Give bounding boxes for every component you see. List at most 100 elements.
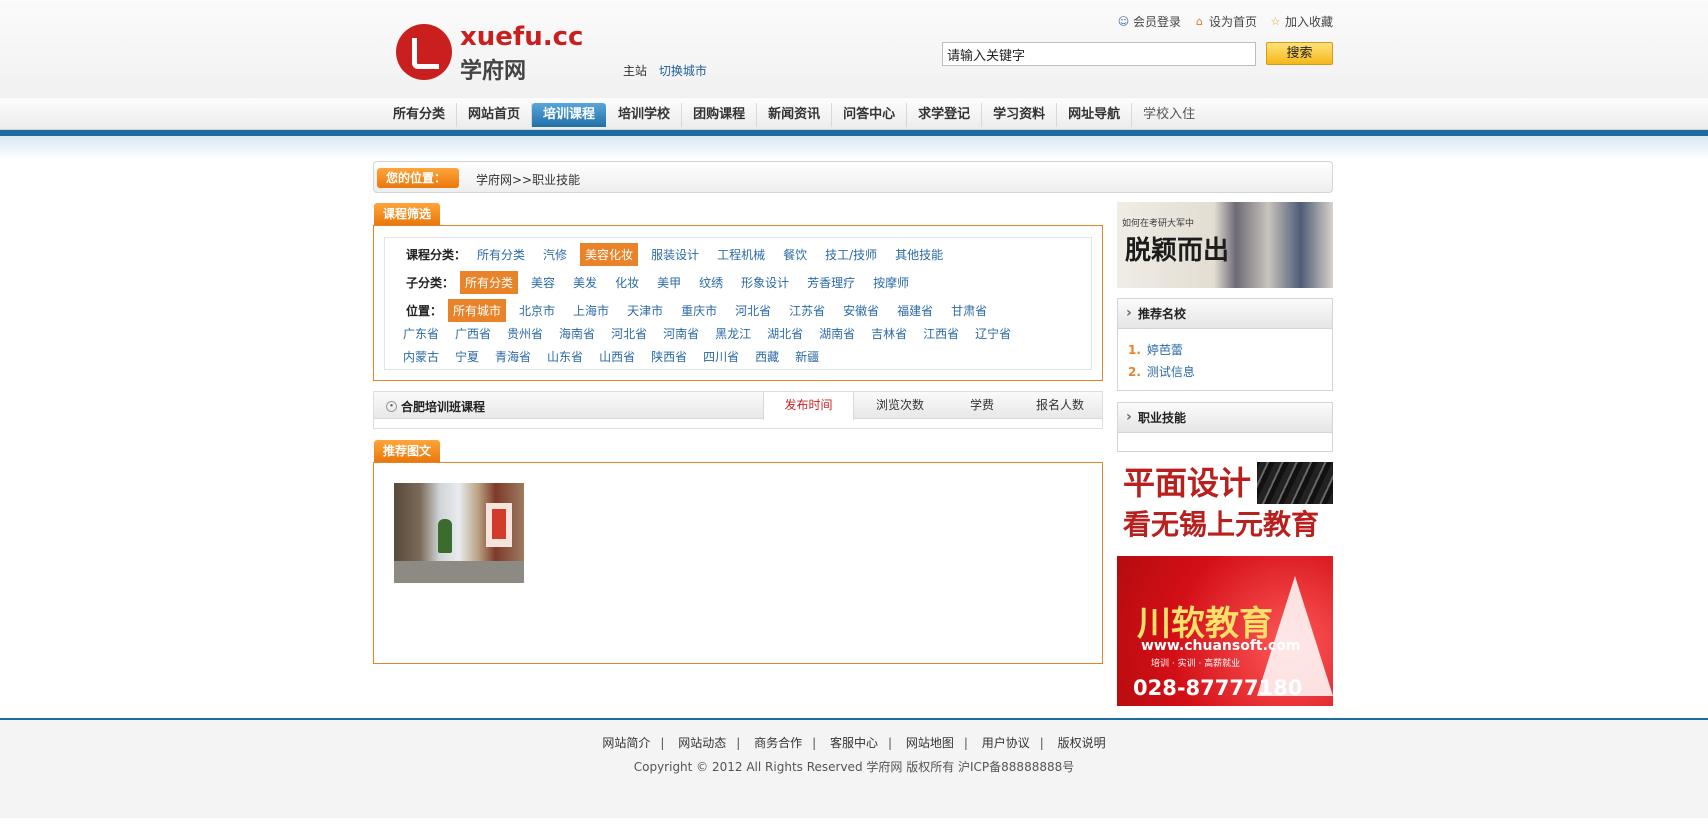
star-icon: ☆ xyxy=(1270,15,1281,28)
logo-brand-cn: 学府网 xyxy=(460,59,527,84)
location-option[interactable]: 西藏 xyxy=(755,345,779,368)
footer-link-sitemap[interactable]: 网站地图 xyxy=(906,736,954,750)
footer-link-copyright[interactable]: 版权说明 xyxy=(1058,736,1106,750)
nav-home[interactable]: 网站首页 xyxy=(457,103,533,127)
switch-city-link[interactable]: 切换城市 xyxy=(659,64,707,78)
location-option-selected[interactable]: 所有城市 xyxy=(448,299,507,322)
sort-tab-enrollment[interactable]: 报名人数 xyxy=(1018,392,1102,419)
search-button[interactable]: 搜索 xyxy=(1266,42,1333,65)
category-option[interactable]: 工程机械 xyxy=(712,243,770,266)
location-option[interactable]: 天津市 xyxy=(622,299,668,322)
location-option[interactable]: 福建省 xyxy=(892,299,938,322)
subcategory-option[interactable]: 芳香理疗 xyxy=(802,271,860,294)
location-option[interactable]: 河北省 xyxy=(611,322,647,345)
photo-floor xyxy=(394,561,524,583)
location-option[interactable]: 山西省 xyxy=(599,345,635,368)
subcategory-option[interactable]: 化妆 xyxy=(610,271,644,294)
breadcrumb-path[interactable]: 学府网>>职业技能 xyxy=(476,171,580,188)
location-option[interactable]: 湖南省 xyxy=(819,322,855,345)
subcategory-option[interactable]: 美发 xyxy=(568,271,602,294)
nav-news[interactable]: 新闻资讯 xyxy=(757,103,833,127)
location-option[interactable]: 河南省 xyxy=(663,322,699,345)
subcategory-option[interactable]: 纹绣 xyxy=(694,271,728,294)
location-option[interactable]: 广西省 xyxy=(455,322,491,345)
nav-all-categories[interactable]: 所有分类 xyxy=(382,103,458,127)
school-item[interactable]: 1. 婷芭蕾 xyxy=(1128,339,1332,361)
school-name: 测试信息 xyxy=(1146,365,1195,379)
location-option[interactable]: 河北省 xyxy=(730,299,776,322)
location-option[interactable]: 辽宁省 xyxy=(975,322,1011,345)
category-option[interactable]: 汽修 xyxy=(538,243,572,266)
category-option[interactable]: 服装设计 xyxy=(646,243,704,266)
location-option[interactable]: 黑龙江 xyxy=(715,322,751,345)
location-option[interactable]: 上海市 xyxy=(568,299,614,322)
site-header: xuefu.cc 学府网 主站 切换城市 ☺会员登录 ⌂ 设为首页 ☆加入收藏 搜… xyxy=(0,0,1708,98)
nav-directory[interactable]: 网址导航 xyxy=(1057,103,1133,127)
subcategory-option[interactable]: 形象设计 xyxy=(736,271,794,294)
footer-link-about[interactable]: 网站简介 xyxy=(602,736,650,750)
nav-materials[interactable]: 学习资料 xyxy=(982,103,1058,127)
subcategory-option[interactable]: 按摩师 xyxy=(868,271,914,294)
footer-link-news[interactable]: 网站动态 xyxy=(678,736,726,750)
footer-link-terms[interactable]: 用户协议 xyxy=(982,736,1030,750)
location-option[interactable]: 江西省 xyxy=(923,322,959,345)
category-option[interactable]: 技工/技师 xyxy=(820,243,882,266)
subcategory-row: 子分类： 所有分类 美容 美发 化妆 美甲 纹绣 形象设计 芳香理疗 按摩师 xyxy=(406,271,922,294)
recommend-tab: 推荐图文 xyxy=(374,440,441,462)
ad1-subtitle: 如何在考研大军中 xyxy=(1122,219,1195,229)
ad1-headline: 脱颖而出 xyxy=(1125,236,1230,266)
sort-tab-publish-time[interactable]: 发布时间 xyxy=(763,392,854,420)
favorite-label: 加入收藏 xyxy=(1284,15,1333,29)
location-option[interactable]: 广东省 xyxy=(403,322,439,345)
school-item[interactable]: 2. 测试信息 xyxy=(1128,361,1332,383)
nav-courses[interactable]: 培训课程 xyxy=(532,103,607,127)
footer-link-business[interactable]: 商务合作 xyxy=(754,736,802,750)
ad3-phone: 028-87777180 xyxy=(1133,676,1303,700)
location-option[interactable]: 青海省 xyxy=(495,345,531,368)
photo-sign xyxy=(486,503,512,547)
login-link[interactable]: ☺ 会员登录 xyxy=(1117,13,1181,30)
location-option[interactable]: 贵州省 xyxy=(507,322,543,345)
location-option[interactable]: 海南省 xyxy=(559,322,595,345)
location-row: 位置： 所有城市 北京市 上海市 天津市 重庆市 河北省 江苏省 安徽省 福建省… xyxy=(406,299,1000,322)
location-option[interactable]: 新疆 xyxy=(795,345,819,368)
recommend-photo[interactable] xyxy=(394,483,524,583)
location-option[interactable]: 山东省 xyxy=(547,345,583,368)
location-option[interactable]: 江苏省 xyxy=(784,299,830,322)
location-option[interactable]: 北京市 xyxy=(514,299,560,322)
footer-sep: | xyxy=(812,736,817,750)
location-option[interactable]: 安徽省 xyxy=(838,299,884,322)
search-input[interactable] xyxy=(942,42,1256,66)
subcategory-option-selected[interactable]: 所有分类 xyxy=(460,271,519,294)
set-home-link[interactable]: ⌂ 设为首页 xyxy=(1193,13,1257,30)
sort-tab-views[interactable]: 浏览次数 xyxy=(854,392,946,419)
category-option[interactable]: 其他技能 xyxy=(890,243,948,266)
category-option[interactable]: 餐饮 xyxy=(778,243,812,266)
location-option[interactable]: 吉林省 xyxy=(871,322,907,345)
location-option[interactable]: 四川省 xyxy=(703,345,739,368)
nav-schools[interactable]: 培训学校 xyxy=(607,103,683,127)
favorite-link[interactable]: ☆ 加入收藏 xyxy=(1269,13,1333,30)
footer-link-service[interactable]: 客服中心 xyxy=(830,736,878,750)
sort-tab-tuition[interactable]: 学费 xyxy=(946,392,1018,419)
nav-registration[interactable]: 求学登记 xyxy=(907,103,983,127)
subcategory-option[interactable]: 美甲 xyxy=(652,271,686,294)
location-option[interactable]: 宁夏 xyxy=(455,345,479,368)
nav-school-join[interactable]: 学校入住 xyxy=(1132,103,1206,127)
location-option[interactable]: 甘肃省 xyxy=(946,299,992,322)
ad-banner-exam[interactable]: 如何在考研大军中 脱颖而出 xyxy=(1117,202,1333,288)
category-option[interactable]: 所有分类 xyxy=(472,243,530,266)
schools-title: 推荐名校 xyxy=(1118,298,1332,329)
category-option-selected[interactable]: 美容化妆 xyxy=(580,243,639,266)
nav-qa[interactable]: 问答中心 xyxy=(832,103,908,127)
main-site-link[interactable]: 主站 xyxy=(623,64,647,78)
location-option[interactable]: 重庆市 xyxy=(676,299,722,322)
location-option[interactable]: 陕西省 xyxy=(651,345,687,368)
nav-group-buy[interactable]: 团购课程 xyxy=(682,103,758,127)
site-logo[interactable]: xuefu.cc 学府网 xyxy=(396,22,606,84)
ad-banner-chuansoft[interactable]: 川软教育 www.chuansoft.com 培训 · 实训 · 高薪就业 02… xyxy=(1117,556,1333,706)
ad-banner-design[interactable]: 平面设计 看无锡上元教育 xyxy=(1117,462,1333,546)
location-option[interactable]: 湖北省 xyxy=(767,322,803,345)
location-option[interactable]: 内蒙古 xyxy=(403,345,439,368)
subcategory-option[interactable]: 美容 xyxy=(526,271,560,294)
